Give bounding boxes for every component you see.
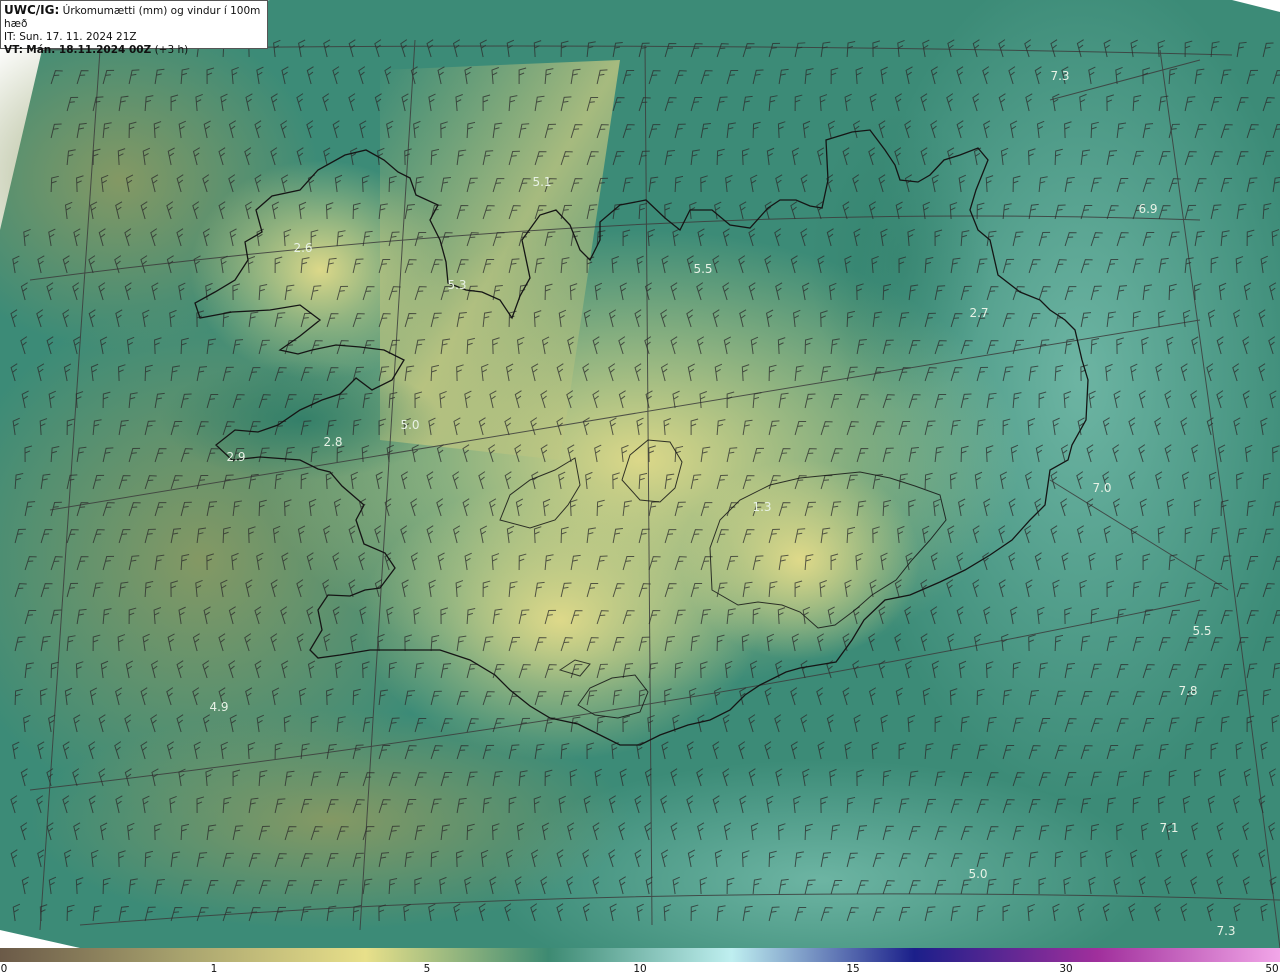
valid-time: Mán. 18.11.2024 00Z bbox=[26, 44, 152, 56]
value-label: 5.5 bbox=[1192, 624, 1211, 638]
map-canvas: 7.3 5.1 6.9 2.6 5.3 5.5 2.7 5.0 2.8 2.9 7.0 1.3 5.5 7… bbox=[0, 0, 1280, 948]
issue-time: IT: Sun. 17. 11. 2024 21Z bbox=[4, 31, 137, 43]
scale-tick-label: 1 bbox=[210, 963, 218, 975]
value-label: 7.3 bbox=[1216, 924, 1235, 938]
scale-tick-label: 10 bbox=[633, 963, 647, 975]
value-label: 2.6 bbox=[293, 241, 312, 255]
product-code: UWC/IG: bbox=[4, 3, 60, 17]
value-label: 5.3 bbox=[447, 278, 466, 292]
value-label: 6.9 bbox=[1138, 202, 1157, 216]
value-label: 2.8 bbox=[323, 435, 342, 449]
value-label: 2.9 bbox=[226, 450, 245, 464]
scale-tick-label: 15 bbox=[846, 963, 860, 975]
color-scale: 0 1 5 10 15 30 50 bbox=[0, 948, 1280, 978]
value-label: 5.0 bbox=[400, 418, 419, 432]
value-label: 7.1 bbox=[1159, 821, 1178, 835]
scale-tick-label: 30 bbox=[1059, 963, 1073, 975]
value-label: 7.8 bbox=[1178, 684, 1197, 698]
valid-prefix: VT: bbox=[4, 44, 23, 56]
valid-time-line: VT: Mán. 18.11.2024 00Z (+3 h) bbox=[4, 44, 264, 57]
title-line: UWC/IG: Úrkomumætti (mm) og vindur í 100… bbox=[4, 4, 264, 31]
value-label: 5.0 bbox=[968, 867, 987, 881]
lead-time: (+3 h) bbox=[154, 44, 189, 56]
value-label: 4.9 bbox=[209, 700, 228, 714]
value-label: 7.0 bbox=[1092, 481, 1111, 495]
value-label: 1.3 bbox=[752, 500, 771, 514]
scale-tick-label: 50 bbox=[1265, 963, 1279, 975]
forecast-map[interactable]: 7.3 5.1 6.9 2.6 5.3 5.5 2.7 5.0 2.8 2.9 7.0 1.3 5.5 7… bbox=[0, 0, 1280, 948]
scale-tick-label: 5 bbox=[423, 963, 431, 975]
color-scale-gradient bbox=[0, 948, 1280, 962]
value-label: 7.3 bbox=[1050, 69, 1069, 83]
scale-tick-label: 0 bbox=[0, 963, 8, 975]
value-label: 5.1 bbox=[532, 175, 551, 189]
forecast-info-box: UWC/IG: Úrkomumætti (mm) og vindur í 100… bbox=[0, 0, 268, 56]
value-label: 2.7 bbox=[969, 306, 988, 320]
value-label: 5.5 bbox=[693, 262, 712, 276]
